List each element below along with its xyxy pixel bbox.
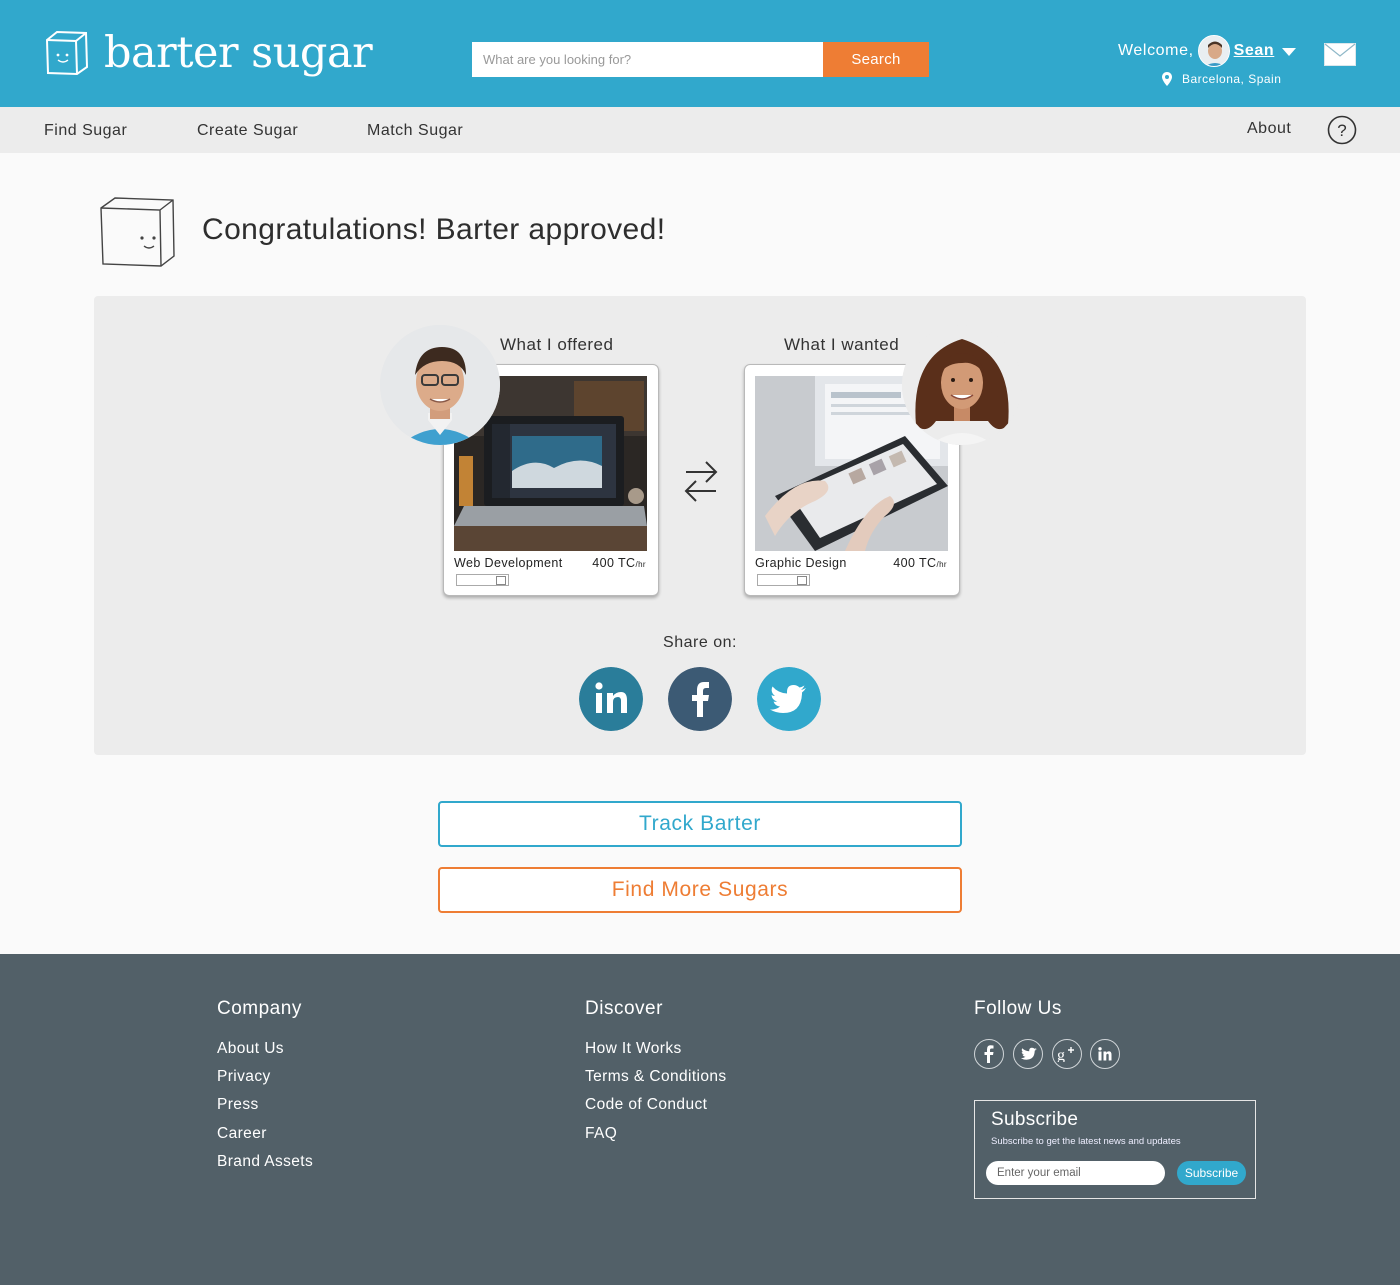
swap-arrows-icon [684,461,718,502]
brand-logo[interactable]: barter sugar [44,27,373,78]
svg-text:?: ? [1337,121,1346,140]
footer-link-brand-assets[interactable]: Brand Assets [217,1153,313,1181]
search-input[interactable] [472,42,823,77]
partner-avatar[interactable] [902,325,1022,445]
page-title: Congratulations! Barter approved! [202,213,666,246]
user-location: Barcelona, Spain [1161,71,1281,87]
footer-twitter-icon[interactable] [1013,1039,1043,1069]
location-pin-icon [1162,72,1172,86]
footer-link-how-it-works[interactable]: How It Works [585,1040,727,1068]
footer-link-career[interactable]: Career [217,1125,313,1153]
user-name-link[interactable]: Sean [1234,42,1275,60]
facebook-glyph [984,1045,994,1063]
footer-linkedin-icon[interactable] [1090,1039,1120,1069]
calendar-icon [496,576,506,585]
subscribe-box: Subscribe Subscribe to get the latest ne… [974,1100,1256,1199]
twitter-glyph [1020,1047,1037,1060]
site-footer: Company About Us Privacy Press Career Br… [0,954,1400,1285]
wanted-sugar-rate: 400 TC/hr [893,556,947,570]
avatar-portrait-icon [1198,36,1229,66]
footer-google-plus-icon[interactable]: g [1052,1039,1082,1069]
track-barter-button[interactable]: Track Barter [438,801,962,847]
share-label: Share on: [663,634,737,651]
footer-follow-heading: Follow Us [974,998,1062,1019]
calendar-icon [797,576,807,585]
man-portrait [380,325,500,445]
top-header: barter sugar Search Welcome, Sean Barcel… [0,0,1400,107]
subscribe-email-input[interactable] [986,1161,1165,1185]
main-nav: Find Sugar Create Sugar Match Sugar Abou… [0,107,1400,153]
footer-link-terms[interactable]: Terms & Conditions [585,1068,727,1096]
sugar-cube-icon [100,197,175,267]
facebook-icon[interactable] [668,667,732,731]
woman-portrait [902,325,1022,445]
search-bar: Search [472,42,929,77]
footer-link-about-us[interactable]: About Us [217,1040,313,1068]
find-more-sugars-button[interactable]: Find More Sugars [438,867,962,913]
linkedin-glyph [1098,1047,1112,1061]
footer-discover-links: How It Works Terms & Conditions Code of … [585,1040,727,1153]
welcome-label: Welcome, [1118,42,1194,59]
user-menu[interactable]: Welcome, Sean [1118,34,1297,68]
footer-company-heading: Company [217,998,302,1019]
location-text: Barcelona, Spain [1182,72,1282,86]
nav-find-sugar[interactable]: Find Sugar [44,122,127,140]
footer-discover-heading: Discover [585,998,663,1019]
search-button[interactable]: Search [823,42,929,77]
offered-sugar-rate: 400 TC/hr [592,556,646,570]
offered-date-field[interactable] [456,574,509,586]
footer-link-code-of-conduct[interactable]: Code of Conduct [585,1096,727,1124]
linkedin-icon[interactable] [579,667,643,731]
footer-link-privacy[interactable]: Privacy [217,1068,313,1096]
footer-facebook-icon[interactable] [974,1039,1004,1069]
svg-text:g: g [1057,1047,1065,1062]
mail-icon[interactable] [1324,43,1356,66]
nav-create-sugar[interactable]: Create Sugar [197,122,298,140]
footer-company-links: About Us Privacy Press Career Brand Asse… [217,1040,313,1181]
offered-sugar-title: Web Development [454,556,563,570]
user-avatar[interactable] [1197,35,1230,67]
help-icon[interactable]: ? [1327,115,1357,145]
footer-link-faq[interactable]: FAQ [585,1125,727,1153]
wanted-date-field[interactable] [757,574,810,586]
wanted-label: What I wanted [784,335,900,354]
subscribe-title: Subscribe [991,1109,1079,1130]
footer-link-press[interactable]: Press [217,1096,313,1124]
offered-label: What I offered [500,335,614,354]
brand-name: barter sugar [104,27,373,78]
chevron-down-icon[interactable] [1282,48,1297,56]
offerer-avatar[interactable] [380,325,500,445]
subscribe-description: Subscribe to get the latest news and upd… [991,1136,1181,1147]
nav-about[interactable]: About [1247,120,1291,138]
logo-cube-icon [45,30,89,76]
subscribe-button[interactable]: Subscribe [1177,1161,1246,1185]
wanted-sugar-title: Graphic Design [755,556,847,570]
twitter-icon[interactable] [757,667,821,731]
google-plus-glyph: g [1057,1047,1074,1062]
nav-match-sugar[interactable]: Match Sugar [367,122,463,140]
